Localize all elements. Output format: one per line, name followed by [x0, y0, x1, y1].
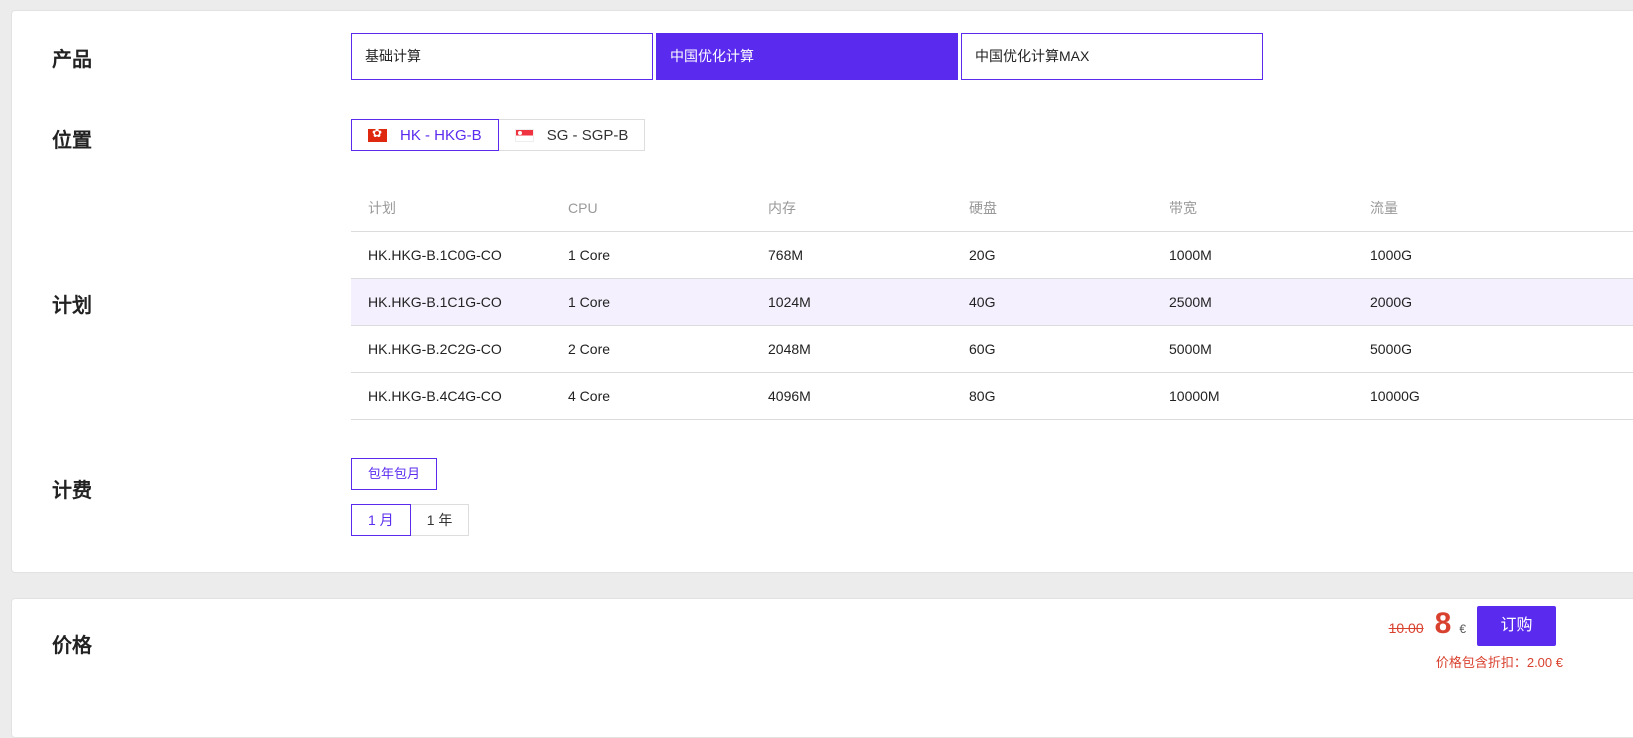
table-row[interactable]: HK.HKG-B.4C4G-CO 4 Core 4096M 80G 10000M… [351, 372, 1633, 420]
cell-memory: 2048M [751, 325, 952, 373]
price-display: 10.00 8 € [1389, 607, 1466, 641]
config-card: 产品 基础计算 中国优化计算 中国优化计算MAX 位置 HK - HKG-B S… [11, 10, 1633, 573]
cell-cpu: 1 Core [551, 278, 751, 326]
cell-bandwidth: 1000M [1152, 231, 1353, 279]
cell-traffic: 1000G [1353, 231, 1633, 279]
product-tab-china-optimized[interactable]: 中国优化计算 [656, 33, 958, 80]
price-card: 价格 10.00 8 € 订购 价格包含折扣：2.00 € [11, 598, 1633, 738]
table-row[interactable]: HK.HKG-B.2C2G-CO 2 Core 2048M 60G 5000M … [351, 325, 1633, 373]
cell-traffic: 2000G [1353, 278, 1633, 326]
discount-note: 价格包含折扣：2.00 € [1435, 655, 1563, 670]
col-header-memory: 内存 [751, 186, 952, 232]
location-tab-label: SG - SGP-B [546, 126, 629, 144]
col-header-plan: 计划 [351, 186, 551, 232]
cell-plan: HK.HKG-B.1C0G-CO [351, 231, 551, 279]
cell-memory: 768M [751, 231, 952, 279]
product-tab-china-optimized-max[interactable]: 中国优化计算MAX [961, 33, 1263, 80]
billing-period-selector: 1 月 1 年 [351, 504, 470, 536]
singapore-flag-icon [514, 128, 534, 142]
location-tab-hk[interactable]: HK - HKG-B [351, 119, 499, 151]
col-header-cpu: CPU [551, 186, 751, 232]
billing-type-monthly-yearly[interactable]: 包年包月 [351, 458, 438, 490]
plan-label: 计划 [52, 295, 92, 317]
col-header-bandwidth: 带宽 [1152, 186, 1353, 232]
cell-cpu: 4 Core [551, 372, 751, 420]
location-label: 位置 [52, 130, 92, 152]
period-1-month[interactable]: 1 月 [351, 504, 411, 536]
cell-cpu: 1 Core [551, 231, 751, 279]
location-tab-sg[interactable]: SG - SGP-B [498, 119, 646, 151]
table-row[interactable]: HK.HKG-B.1C0G-CO 1 Core 768M 20G 1000M 1… [351, 231, 1633, 279]
location-selector: HK - HKG-B SG - SGP-B [351, 119, 646, 151]
cell-disk: 20G [952, 231, 1152, 279]
col-header-disk: 硬盘 [952, 186, 1152, 232]
col-header-traffic: 流量 [1353, 186, 1633, 232]
original-price: 10.00 [1388, 620, 1424, 636]
cell-bandwidth: 5000M [1152, 325, 1353, 373]
product-label: 产品 [52, 49, 92, 71]
order-button[interactable]: 订购 [1477, 606, 1556, 646]
cell-disk: 60G [952, 325, 1152, 373]
cell-memory: 4096M [751, 372, 952, 420]
plan-table: 计划 CPU 内存 硬盘 带宽 流量 HK.HKG-B.1C0G-CO 1 Co… [351, 186, 1633, 420]
cell-traffic: 5000G [1353, 325, 1633, 373]
cell-bandwidth: 2500M [1152, 278, 1353, 326]
plan-table-header: 计划 CPU 内存 硬盘 带宽 流量 [351, 186, 1633, 232]
cell-plan: HK.HKG-B.2C2G-CO [351, 325, 551, 373]
cell-disk: 40G [952, 278, 1152, 326]
billing-label: 计费 [52, 480, 92, 502]
cell-disk: 80G [952, 372, 1152, 420]
cell-memory: 1024M [751, 278, 952, 326]
cell-traffic: 10000G [1353, 372, 1633, 420]
location-tab-label: HK - HKG-B [400, 126, 482, 144]
cell-plan: HK.HKG-B.1C1G-CO [351, 278, 551, 326]
cell-plan: HK.HKG-B.4C4G-CO [351, 372, 551, 420]
price-label: 价格 [52, 635, 92, 657]
period-1-year[interactable]: 1 年 [410, 504, 470, 536]
cell-bandwidth: 10000M [1152, 372, 1353, 420]
cell-cpu: 2 Core [551, 325, 751, 373]
product-tab-basic[interactable]: 基础计算 [351, 33, 653, 80]
current-price: 8 [1434, 607, 1452, 640]
table-row-selected[interactable]: HK.HKG-B.1C1G-CO 1 Core 1024M 40G 2500M … [351, 278, 1633, 326]
hong-kong-flag-icon [368, 126, 387, 142]
currency-symbol: € [1459, 622, 1466, 636]
